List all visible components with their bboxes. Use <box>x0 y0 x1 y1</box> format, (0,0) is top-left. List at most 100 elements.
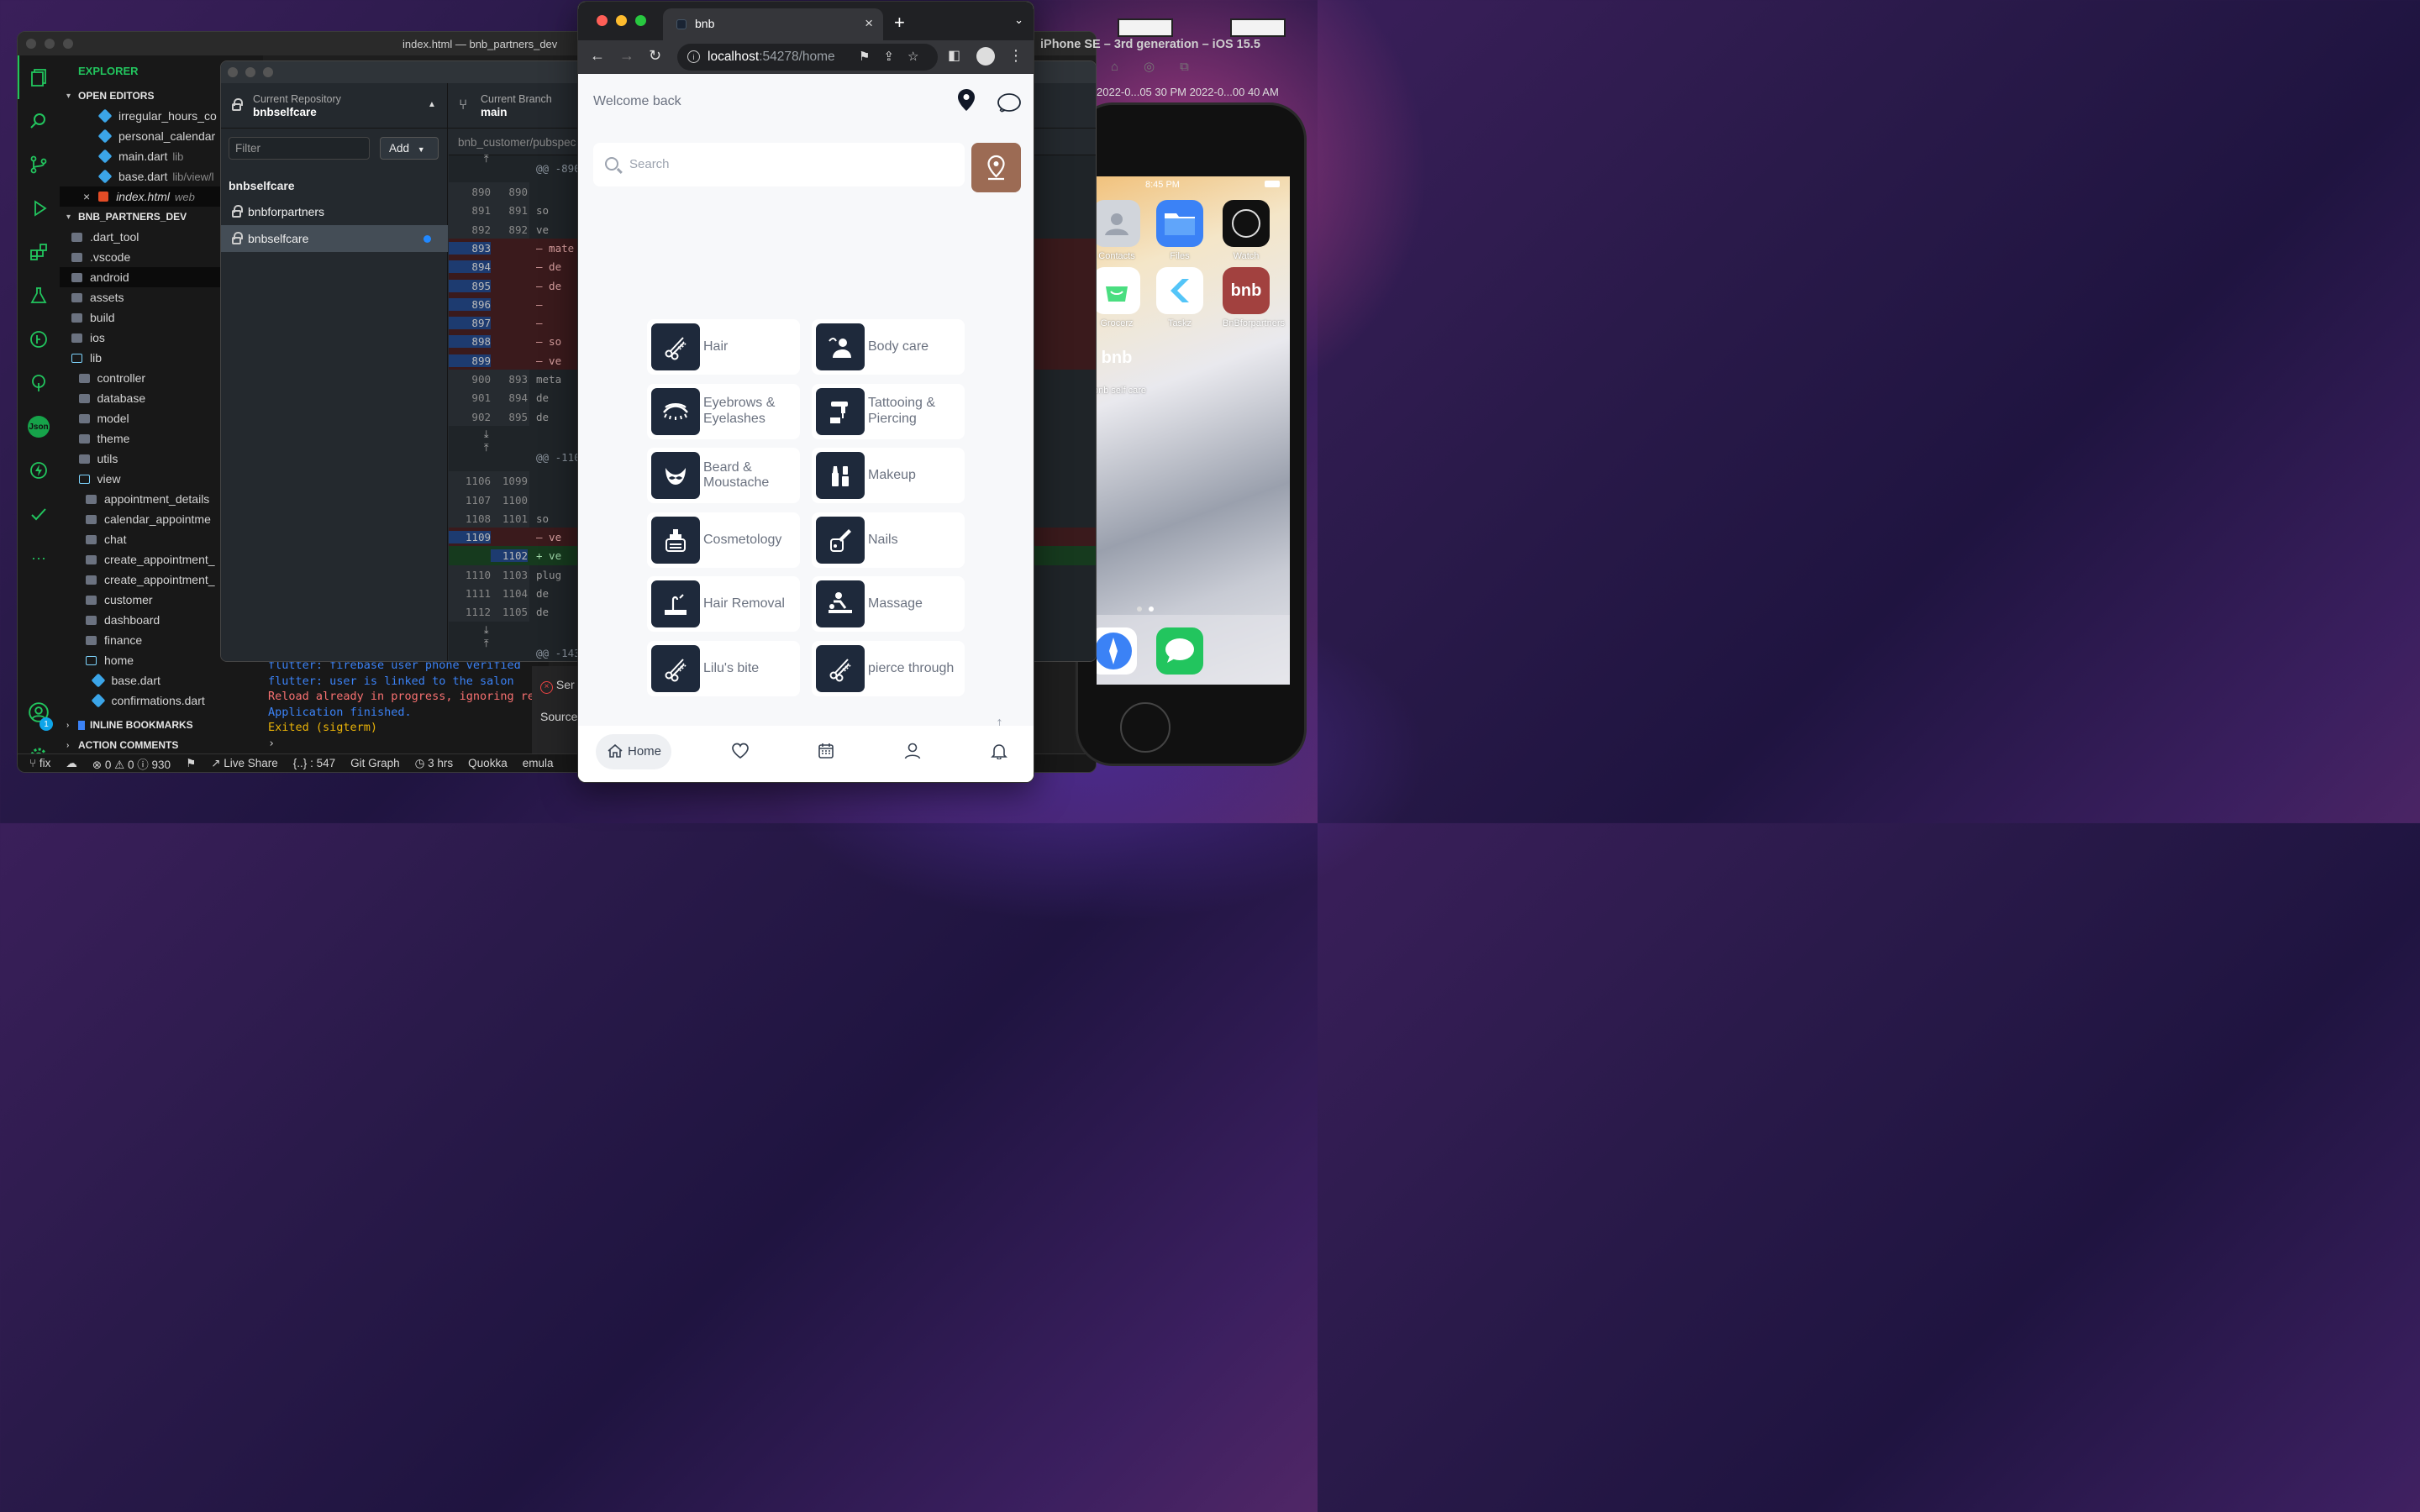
forward-button[interactable]: → <box>619 47 634 65</box>
category-card[interactable]: Lilu's bite <box>647 641 800 696</box>
folder-icon <box>78 413 90 423</box>
dock <box>1097 615 1290 685</box>
add-repository-button[interactable]: Add ▼ <box>380 137 439 160</box>
json-icon[interactable]: Json <box>18 405 60 449</box>
ios-app-icon[interactable]: bnb bnb self care <box>1097 334 1146 396</box>
status-quokka[interactable]: Quokka <box>468 757 508 769</box>
status-problems[interactable]: ⊗ 0 ⚠ 0 ⓘ 930 <box>92 755 171 772</box>
new-tab-button[interactable]: + <box>894 12 905 34</box>
status-live-share[interactable]: ↗ Live Share <box>211 757 278 770</box>
source-control-icon[interactable] <box>18 143 60 186</box>
address-bar-icons[interactable]: ⚑⇪☆ <box>859 49 932 64</box>
expand-up-icon[interactable]: ⤒ <box>484 152 489 165</box>
ios-app-icon[interactable]: Grocerz <box>1097 267 1140 328</box>
search-icon[interactable] <box>18 99 60 143</box>
nav-notifications-bell-icon[interactable] <box>991 743 1007 759</box>
ios-app-icon[interactable]: Files <box>1156 200 1203 261</box>
nav-favorites-heart-icon[interactable] <box>731 743 750 759</box>
git-lens-icon[interactable] <box>18 318 60 361</box>
expand-down-icon[interactable]: ⤓ <box>484 428 489 441</box>
close-icon[interactable]: × <box>83 190 90 203</box>
category-card[interactable]: Massage <box>812 576 965 633</box>
chrome-menu-icon[interactable]: ⋮ <box>1008 47 1023 65</box>
more-icon[interactable]: ··· <box>18 536 60 580</box>
run-debug-icon[interactable] <box>18 186 60 230</box>
action-comments-header[interactable]: › ACTION COMMENTS <box>60 735 178 753</box>
search-input[interactable]: Search <box>593 143 965 186</box>
category-card[interactable]: Makeup <box>812 448 965 504</box>
file-tree-item[interactable]: confirmations.dart <box>60 690 263 711</box>
simulator-toolbar[interactable]: ⌂◎⧉ <box>1111 59 1214 74</box>
status-git-graph[interactable]: Git Graph <box>350 757 400 769</box>
back-button[interactable]: ← <box>590 47 605 65</box>
expand-down-icon[interactable]: ⤓ <box>484 623 489 637</box>
status-time[interactable]: ◷ 3 hrs <box>415 757 454 770</box>
vscode-traffic-lights[interactable] <box>26 39 73 49</box>
ios-app-icon[interactable]: Taskz <box>1156 267 1203 328</box>
file-tree-item[interactable]: base.dart <box>60 670 263 690</box>
explorer-icon[interactable] <box>18 55 60 99</box>
category-card[interactable]: Hair <box>647 319 800 375</box>
tab-search-icon[interactable]: ⌄ <box>1014 13 1023 27</box>
current-repository-button[interactable]: Current Repository bnbselfcare ▲ <box>221 83 448 129</box>
lightning-icon[interactable] <box>18 449 60 492</box>
extensions-icon[interactable] <box>18 230 60 274</box>
terminal-line: Application finished. <box>268 705 412 719</box>
browser-tab[interactable]: bnb × <box>663 8 883 40</box>
tree-icon[interactable] <box>18 361 60 405</box>
category-card[interactable]: Tattooing & Piercing <box>812 383 965 439</box>
terminal-line: flutter: user is linked to the salon <box>268 674 514 688</box>
checkmark-icon[interactable] <box>18 492 60 536</box>
category-card[interactable]: Beard & Moustache <box>647 448 800 504</box>
expand-up-icon[interactable]: ⤒ <box>484 441 489 454</box>
nav-calendar-icon[interactable] <box>818 743 834 759</box>
github-traffic-lights[interactable] <box>228 67 273 77</box>
terminal-panel[interactable]: flutter: firebase user phone verified flu… <box>263 654 549 754</box>
category-card[interactable]: Hair Removal <box>647 576 800 633</box>
welcome-text: Welcome back <box>593 94 681 108</box>
run-icon[interactable]: ⚑ <box>186 757 196 770</box>
close-tab-icon[interactable]: × <box>865 15 873 32</box>
reload-button[interactable]: ↻ <box>649 47 661 65</box>
repository-item[interactable]: bnbselfcare <box>221 225 448 252</box>
error-item[interactable]: × Ser <box>540 678 575 694</box>
category-card[interactable]: pierce through <box>812 641 965 696</box>
zoom-window-button[interactable] <box>635 15 646 26</box>
ios-app-icon[interactable]: Watch <box>1223 200 1270 261</box>
folder-icon <box>86 595 97 605</box>
category-card[interactable]: Eyebrows & Eyelashes <box>647 383 800 439</box>
safari-icon[interactable] <box>1097 627 1137 675</box>
iphone-home-screen[interactable]: 8:45 PM Contacts Files Watch Grocerz Taskz bn… <box>1097 176 1290 685</box>
map-location-button[interactable] <box>971 143 1021 192</box>
messages-icon[interactable] <box>1156 627 1203 675</box>
status-emulator[interactable]: emula <box>523 757 554 769</box>
eyelash-icon <box>651 387 700 435</box>
expand-up-icon[interactable]: ⤒ <box>484 637 489 650</box>
status-brackets[interactable]: {..} : 547 <box>293 757 335 769</box>
category-card[interactable]: Cosmetology <box>647 512 800 568</box>
iphone-home-button[interactable] <box>1120 702 1171 753</box>
minimize-window-button[interactable] <box>616 15 627 26</box>
profile-avatar[interactable] <box>976 47 995 66</box>
nav-home-tab[interactable]: Home <box>596 734 671 769</box>
ios-app-icon[interactable]: Contacts <box>1097 200 1140 261</box>
filter-input[interactable]: Filter <box>229 137 370 160</box>
status-branch[interactable]: ⑂ fix <box>29 757 50 769</box>
testing-flask-icon[interactable] <box>18 274 60 318</box>
close-window-button[interactable] <box>597 15 608 26</box>
chat-bubble-icon[interactable] <box>997 92 1022 114</box>
side-panel-icon[interactable]: ◧ <box>948 47 960 64</box>
nav-profile-icon[interactable] <box>904 743 921 759</box>
location-pin-icon[interactable] <box>958 89 975 111</box>
category-card[interactable]: Body care <box>812 319 965 375</box>
chrome-traffic-lights[interactable] <box>597 15 646 26</box>
inline-bookmarks-header[interactable]: › INLINE BOOKMARKS <box>60 715 193 735</box>
current-branch-button[interactable]: ⑂ Current Branch main <box>449 83 583 129</box>
site-info-icon[interactable]: i <box>687 50 700 63</box>
repository-item[interactable]: bnbforpartners <box>221 198 448 225</box>
sync-cloud-icon[interactable]: ☁ <box>66 757 77 770</box>
address-bar[interactable]: i localhost:54278/home ⚑⇪☆ <box>677 44 938 71</box>
category-card[interactable]: Nails <box>812 512 965 568</box>
account-icon[interactable] <box>18 690 60 734</box>
ios-app-icon[interactable]: bnb BnBforpartners <box>1223 267 1285 328</box>
